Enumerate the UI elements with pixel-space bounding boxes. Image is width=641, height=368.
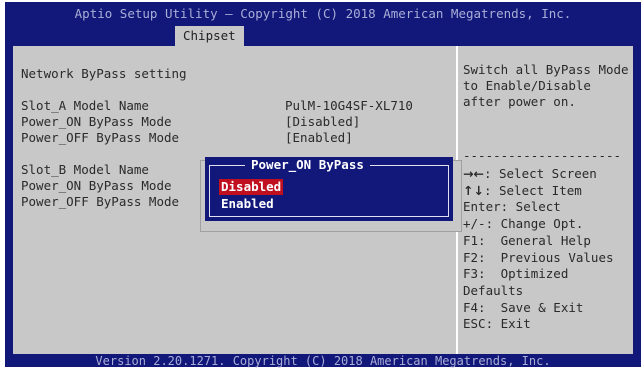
key-f1: F1: General Help [463, 232, 591, 248]
key-change-opt: +/-: Change Opt. [463, 216, 584, 232]
version-footer: Version 2.20.1271. Copyright (C) 2018 Am… [95, 354, 551, 368]
help-line: to Enable/Disable [463, 78, 591, 93]
slot-a-model-value: PulM-10G4SF-XL710 [285, 98, 413, 113]
help-line: Switch all ByPass Mode [463, 62, 629, 77]
popup-title: Power_ON ByPass [245, 157, 370, 173]
power-on-bypass-popup: Power_ON ByPass Disabled Enabled [205, 157, 453, 221]
help-text: Switch all ByPass Mode to Enable/Disable… [463, 62, 633, 110]
option-disabled[interactable]: Disabled [219, 179, 284, 195]
key-f2: F2: Previous Values [463, 249, 614, 265]
slot-a-power-off-value[interactable]: [Enabled] [285, 130, 353, 146]
section-title: Network ByPass setting [21, 66, 187, 81]
key-select-item: ↑↓: Select Item [463, 182, 582, 198]
key-legend: →←: Select Screen ↑↓: Select Item Enter:… [463, 166, 633, 333]
arrow-left-right-icon: →← [463, 166, 484, 181]
app-title: Aptio Setup Utility – Copyright (C) 2018… [74, 6, 572, 21]
slot-a-power-on-value[interactable]: [Disabled] [285, 114, 360, 130]
slot-a-model-label: Slot_A Model Name [21, 98, 149, 113]
key-f3-cont: Defaults [463, 282, 524, 298]
tab-chipset[interactable]: Chipset [175, 26, 244, 46]
slot-b-model-label: Slot_B Model Name [21, 162, 149, 177]
help-line: after power on. [463, 94, 576, 109]
key-enter: Enter: Select [463, 199, 561, 215]
slot-b-power-off-label[interactable]: Power_OFF ByPass Mode [21, 194, 179, 210]
key-f3: F3: Optimized [463, 266, 569, 282]
help-separator: --------------------- [463, 148, 622, 163]
key-f4: F4: Save & Exit [463, 299, 584, 315]
bios-window: Aptio Setup Utility – Copyright (C) 2018… [5, 2, 641, 368]
slot-a-power-on-label[interactable]: Power_ON ByPass Mode [21, 114, 172, 130]
slot-b-power-on-label[interactable]: Power_ON ByPass Mode [21, 178, 172, 194]
arrow-up-down-icon: ↑↓ [463, 182, 484, 198]
slot-a-power-off-label[interactable]: Power_OFF ByPass Mode [21, 130, 179, 146]
key-esc: ESC: Exit [463, 316, 531, 332]
option-enabled[interactable]: Enabled [219, 196, 276, 212]
key-select-screen: →←: Select Screen [463, 166, 597, 181]
